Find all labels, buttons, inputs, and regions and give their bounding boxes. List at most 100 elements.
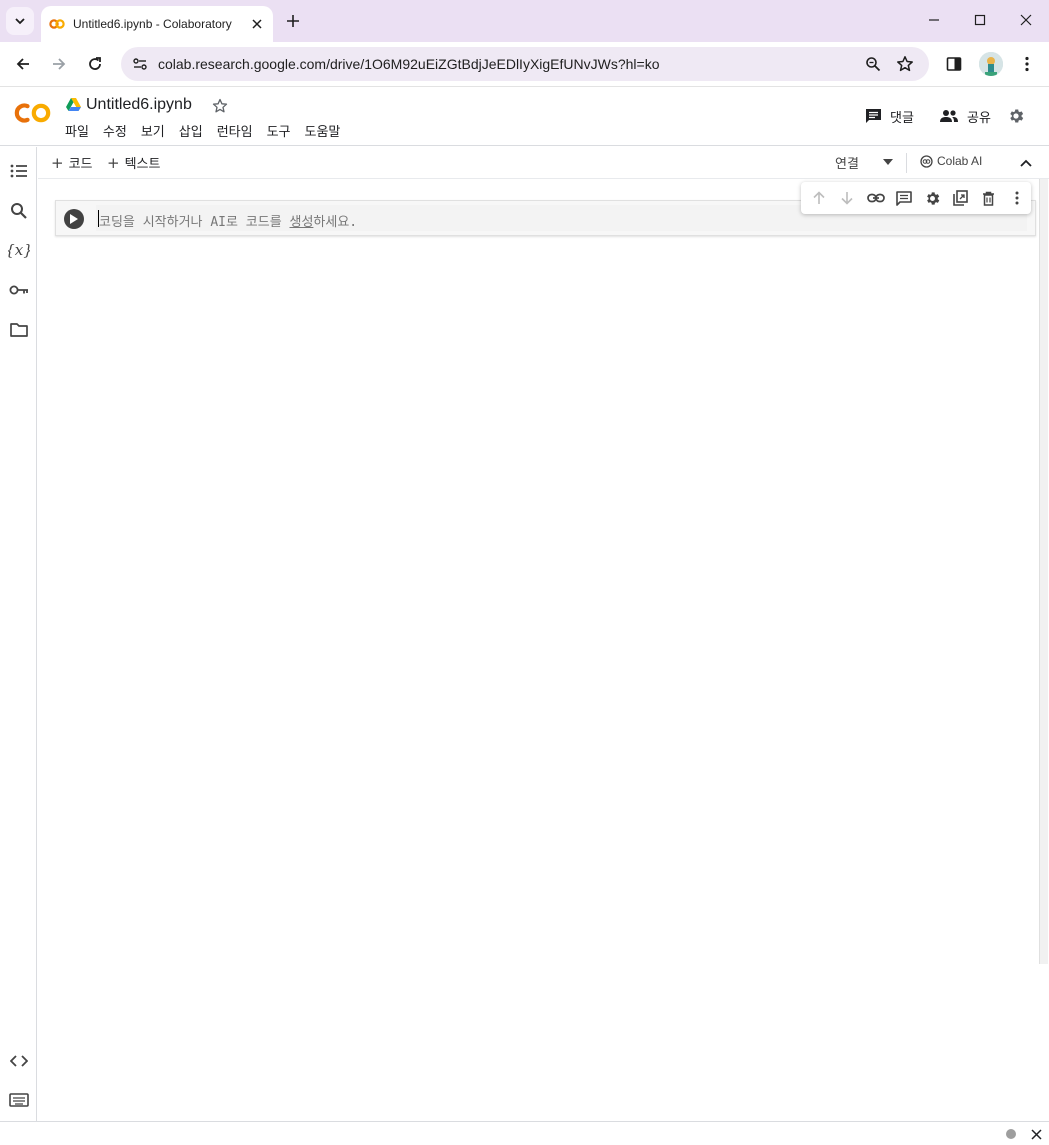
- site-info-icon[interactable]: [129, 53, 151, 75]
- menu-tools[interactable]: 도구: [260, 124, 298, 142]
- menu-runtime[interactable]: 런타임: [210, 124, 260, 142]
- notebook-toolbar: + 코드 + 텍스트 연결 Colab AI: [38, 147, 1049, 179]
- menu-view[interactable]: 보기: [134, 124, 172, 142]
- code-icon: [10, 1055, 28, 1067]
- reload-button[interactable]: [81, 50, 109, 78]
- colab-header: Untitled6.ipynb 파일 수정 보기 삽입 런타임 도구 도움말 댓…: [0, 88, 1049, 146]
- people-icon: [940, 110, 958, 122]
- secrets-button[interactable]: [7, 278, 31, 302]
- chevron-down-icon: [15, 18, 25, 25]
- arrow-left-icon: [16, 58, 29, 70]
- colab-ai-icon: [920, 154, 933, 168]
- mirror-cell-icon: [953, 190, 968, 206]
- toolbar-divider: [906, 153, 907, 173]
- notebook-title[interactable]: Untitled6.ipynb: [86, 96, 192, 114]
- runtime-status-indicator[interactable]: [1006, 1129, 1016, 1139]
- cell-placeholder: 코딩을 시작하거나 AI로 코드를 생성하세요.: [99, 215, 358, 230]
- notebook-scrollbar[interactable]: [1039, 179, 1048, 964]
- forward-button[interactable]: [45, 50, 73, 78]
- comment-outline-icon: [896, 190, 912, 206]
- status-bar: [0, 1121, 1049, 1145]
- keyboard-icon: [9, 1093, 29, 1107]
- browser-menu-button[interactable]: [1014, 51, 1040, 77]
- folder-icon: [10, 322, 28, 337]
- zoom-icon[interactable]: [862, 53, 884, 75]
- add-comment-button[interactable]: [890, 186, 918, 210]
- trash-icon: [983, 191, 995, 206]
- menu-help[interactable]: 도움말: [298, 124, 348, 142]
- add-code-label: 코드: [68, 157, 93, 172]
- add-code-cell-button[interactable]: + 코드: [51, 153, 93, 173]
- side-panel-button[interactable]: [941, 51, 967, 77]
- files-button[interactable]: [7, 317, 31, 341]
- search-icon: [11, 203, 27, 219]
- profile-avatar[interactable]: [979, 52, 1003, 76]
- connect-button[interactable]: 연결: [835, 153, 859, 172]
- window-close-button[interactable]: [1013, 8, 1039, 32]
- cell-toolbar: [801, 182, 1031, 214]
- gear-icon: [1010, 109, 1024, 123]
- mirror-cell-button[interactable]: [946, 186, 974, 210]
- menu-edit[interactable]: 수정: [96, 124, 134, 142]
- browser-toolbar: colab.research.google.com/drive/1O6M92uE…: [0, 42, 1049, 87]
- browser-tab-active[interactable]: Untitled6.ipynb - Colaboratory: [41, 6, 273, 42]
- command-palette-button[interactable]: [7, 1088, 31, 1112]
- tab-search-button[interactable]: [6, 7, 34, 35]
- chevron-up-icon: [1020, 159, 1032, 167]
- share-label: 공유: [967, 110, 991, 126]
- move-cell-up-button[interactable]: [805, 186, 833, 210]
- comments-label: 댓글: [890, 110, 914, 126]
- status-bar-close-button[interactable]: [1028, 1126, 1044, 1142]
- new-tab-button[interactable]: [282, 10, 304, 32]
- settings-button[interactable]: [1005, 105, 1027, 127]
- gear-icon: [926, 191, 939, 205]
- plus-icon: +: [51, 153, 64, 172]
- share-button[interactable]: 공유: [939, 104, 991, 128]
- arrow-right-icon: [53, 58, 66, 70]
- variables-icon: {x}: [8, 241, 30, 259]
- tab-title: Untitled6.ipynb - Colaboratory: [73, 17, 232, 31]
- left-sidebar: {x}: [0, 147, 37, 1121]
- add-text-cell-button[interactable]: + 텍스트: [107, 153, 161, 173]
- minimize-button[interactable]: [921, 8, 947, 32]
- more-actions-button[interactable]: [1003, 186, 1031, 210]
- table-of-contents-button[interactable]: [7, 159, 31, 183]
- more-vert-icon: [1015, 191, 1019, 205]
- colab-logo[interactable]: [13, 100, 53, 126]
- cell-settings-button[interactable]: [918, 186, 946, 210]
- colab-favicon-icon: [49, 19, 65, 29]
- copy-link-button[interactable]: [862, 186, 890, 210]
- url-text[interactable]: colab.research.google.com/drive/1O6M92uE…: [158, 56, 660, 72]
- collapse-header-button[interactable]: [1016, 153, 1036, 173]
- svg-text:{x}: {x}: [8, 241, 30, 259]
- address-bar[interactable]: colab.research.google.com/drive/1O6M92uE…: [121, 47, 929, 81]
- back-button[interactable]: [9, 50, 37, 78]
- close-icon: [1030, 1128, 1042, 1140]
- comments-button[interactable]: 댓글: [865, 104, 914, 128]
- star-notebook-button[interactable]: [211, 97, 229, 115]
- close-icon: [1020, 14, 1032, 26]
- colab-ai-button[interactable]: Colab AI: [920, 154, 982, 168]
- more-vert-icon: [1025, 56, 1029, 72]
- caret-down-icon: [883, 159, 893, 165]
- browser-tab-bar: Untitled6.ipynb - Colaboratory: [0, 0, 1049, 42]
- colab-ai-label: Colab AI: [937, 154, 983, 168]
- play-icon: [70, 214, 78, 224]
- connect-dropdown[interactable]: [879, 153, 897, 171]
- tab-close-icon[interactable]: [249, 16, 265, 32]
- maximize-button[interactable]: [967, 8, 993, 32]
- delete-cell-button[interactable]: [975, 186, 1003, 210]
- run-cell-button[interactable]: [64, 209, 84, 229]
- notebook-area: 코딩을 시작하거나 AI로 코드를 생성하세요.: [38, 179, 1049, 1121]
- menu-insert[interactable]: 삽입: [172, 124, 210, 142]
- move-cell-down-button[interactable]: [833, 186, 861, 210]
- google-drive-icon[interactable]: [66, 98, 81, 112]
- generate-code-link[interactable]: 생성: [289, 215, 313, 230]
- add-text-label: 텍스트: [124, 157, 161, 172]
- menu-file[interactable]: 파일: [58, 124, 96, 142]
- code-snippets-button[interactable]: [7, 1049, 31, 1073]
- variables-button[interactable]: {x}: [7, 238, 31, 262]
- bookmark-star-icon[interactable]: [894, 53, 916, 75]
- plus-icon: +: [107, 153, 120, 172]
- search-button[interactable]: [7, 199, 31, 223]
